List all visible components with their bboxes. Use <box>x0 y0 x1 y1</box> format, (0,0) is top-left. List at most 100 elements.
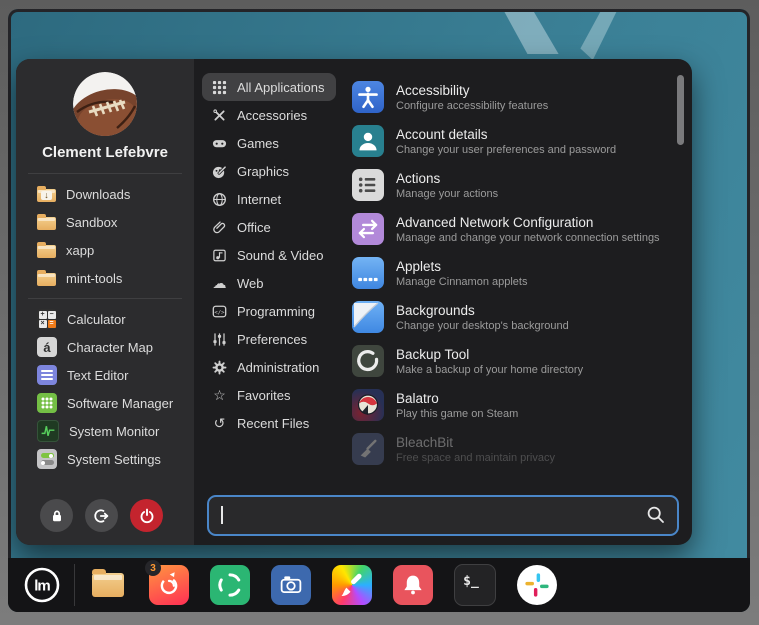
character-map-icon: á <box>37 337 57 357</box>
category-label: Favorites <box>237 388 290 403</box>
sidebar-item-character-map[interactable]: á Character Map <box>16 333 194 361</box>
app-balatro[interactable]: BalatroPlay this game on Steam <box>352 383 670 427</box>
app-advanced-network-configuration[interactable]: Advanced Network Configuration Manage and… <box>352 207 670 251</box>
svg-text:</>: </> <box>214 309 225 315</box>
app-name: Backup Tool <box>396 347 583 362</box>
category-recent-files[interactable]: ↺ Recent Files <box>202 409 321 437</box>
category-label: Internet <box>237 192 281 207</box>
category-sound-video[interactable]: Sound & Video <box>202 241 336 269</box>
download-count-badge: 3 <box>145 560 161 576</box>
lock-button[interactable] <box>40 499 73 532</box>
paperclip-icon <box>211 220 228 235</box>
category-administration[interactable]: Administration <box>202 353 331 381</box>
category-preferences[interactable]: Preferences <box>202 325 319 353</box>
folder-icon <box>37 217 56 230</box>
launcher-firefox[interactable]: 3 <box>149 565 189 605</box>
software-manager-icon <box>37 393 57 413</box>
slack-icon <box>522 570 552 600</box>
app-name: BleachBit <box>396 435 555 450</box>
grid-icon <box>211 80 228 95</box>
place-label: xapp <box>66 243 94 258</box>
session-buttons <box>16 499 194 532</box>
cloud-icon: ☁ <box>211 275 228 291</box>
category-favorites[interactable]: ☆ Favorites <box>202 381 302 409</box>
downloads-folder-icon: ↓ <box>37 189 56 202</box>
sidebar-item-system-settings[interactable]: System Settings <box>16 445 194 473</box>
launcher-files[interactable] <box>88 565 128 605</box>
place-mint-tools[interactable]: mint-tools <box>16 264 194 292</box>
accessibility-icon <box>352 81 384 113</box>
category-internet[interactable]: Internet <box>202 185 293 213</box>
category-label: Web <box>237 276 264 291</box>
category-accessories[interactable]: Accessories <box>202 101 319 129</box>
search-bar <box>207 495 679 536</box>
category-label: Preferences <box>237 332 307 347</box>
terminal-prompt-icon: $_ <box>463 574 479 589</box>
balatro-icon <box>352 389 384 421</box>
category-web[interactable]: ☁ Web <box>202 269 276 297</box>
category-list: All Applications Accessories Games Graph… <box>202 73 352 437</box>
code-icon: </> <box>211 304 228 319</box>
app-bleachbit[interactable]: BleachBitFree space and maintain privacy <box>352 427 670 471</box>
app-name: Backgrounds <box>396 303 569 318</box>
launcher-sync[interactable] <box>210 565 250 605</box>
sidebar-item-label: System Settings <box>67 452 161 467</box>
camera-icon <box>276 570 306 600</box>
system-monitor-icon <box>37 420 59 442</box>
folder-icon <box>37 245 56 258</box>
linux-mint-logo-icon: lm <box>23 566 61 604</box>
place-xapp[interactable]: xapp <box>16 236 194 264</box>
launcher-terminal[interactable]: $_ <box>454 564 496 606</box>
text-cursor <box>221 506 223 524</box>
launcher-notifications[interactable] <box>393 565 433 605</box>
place-downloads[interactable]: ↓ Downloads <box>16 180 194 208</box>
category-label: Office <box>237 220 271 235</box>
sidebar-item-calculator[interactable]: +−×= Calculator <box>16 305 194 333</box>
app-description: Make a backup of your home directory <box>396 364 583 376</box>
app-actions[interactable]: ActionsManage your actions <box>352 163 670 207</box>
film-note-icon <box>211 248 228 263</box>
app-backgrounds[interactable]: Backgrounds Change your desktop's backgro… <box>352 295 670 339</box>
launcher-slack[interactable] <box>517 565 557 605</box>
wallpaper-mountain-shape <box>568 12 630 60</box>
app-description: Configure accessibility features <box>396 100 548 112</box>
menu-button[interactable]: lm <box>20 563 64 607</box>
launcher-drawing[interactable] <box>332 565 372 605</box>
history-clock-icon: ↺ <box>211 415 228 431</box>
sidebar-item-system-monitor[interactable]: System Monitor <box>16 417 194 445</box>
screenshot-frame: Clement Lefebvre ↓ Downloads Sandbox xap… <box>0 0 759 625</box>
category-label: Administration <box>237 360 319 375</box>
launcher-screenshot[interactable] <box>271 565 311 605</box>
shutdown-button[interactable] <box>130 499 163 532</box>
scrollbar-thumb[interactable] <box>677 75 684 145</box>
app-description: Manage and change your network connectio… <box>396 232 660 244</box>
sidebar-item-label: Character Map <box>67 340 153 355</box>
sidebar-item-text-editor[interactable]: Text Editor <box>16 361 194 389</box>
category-games[interactable]: Games <box>202 129 291 157</box>
logout-button[interactable] <box>85 499 118 532</box>
app-description: Manage your actions <box>396 188 498 200</box>
category-all-applications[interactable]: All Applications <box>202 73 336 101</box>
category-office[interactable]: Office <box>202 213 283 241</box>
search-input[interactable] <box>209 497 677 534</box>
app-applets[interactable]: AppletsManage Cinnamon applets <box>352 251 670 295</box>
category-graphics[interactable]: Graphics <box>202 157 301 185</box>
sidebar-item-label: Software Manager <box>67 396 173 411</box>
app-account-details[interactable]: Account detailsChange your user preferen… <box>352 119 670 163</box>
app-accessibility[interactable]: AccessibilityConfigure accessibility fea… <box>352 75 670 119</box>
sidebar-item-software-manager[interactable]: Software Manager <box>16 389 194 417</box>
place-sandbox[interactable]: Sandbox <box>16 208 194 236</box>
system-settings-icon <box>37 449 57 469</box>
user-avatar[interactable] <box>73 72 137 136</box>
category-programming[interactable]: </> Programming <box>202 297 327 325</box>
account-details-icon <box>352 125 384 157</box>
lock-icon <box>49 508 65 524</box>
star-icon: ☆ <box>211 387 228 403</box>
bottom-panel: lm 3 <box>8 558 750 612</box>
app-name: Account details <box>396 127 616 142</box>
applets-icon <box>352 257 384 289</box>
app-backup-tool[interactable]: Backup Tool Make a backup of your home di… <box>352 339 670 383</box>
wallpaper-mountain-shape <box>493 12 575 54</box>
app-name: Advanced Network Configuration <box>396 215 660 230</box>
app-description: Change your desktop's background <box>396 320 569 332</box>
